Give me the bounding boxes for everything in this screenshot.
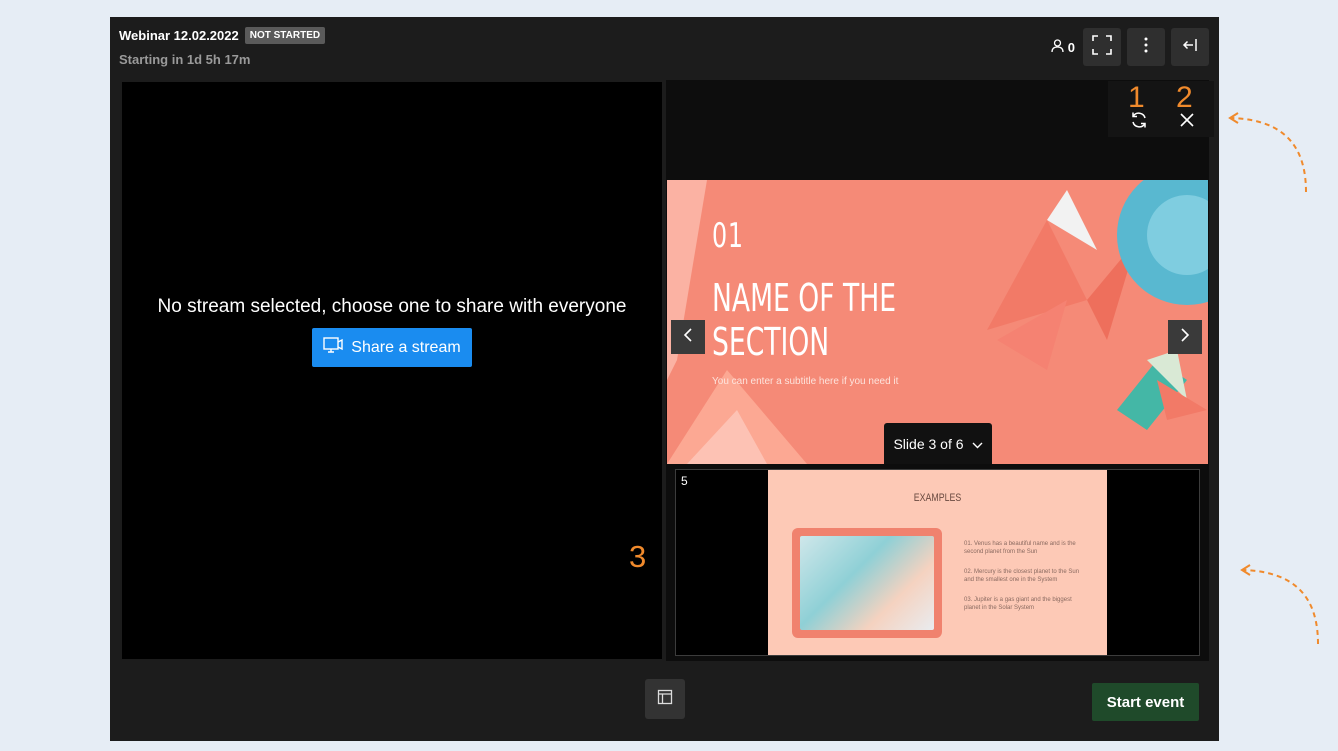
share-stream-label: Share a stream (351, 338, 461, 356)
refresh-icon (1130, 111, 1148, 134)
status-badge: NOT STARTED (244, 27, 326, 44)
annotation-marker-3: 3 (629, 539, 647, 574)
layout-icon (657, 689, 673, 710)
attendee-counter[interactable]: 0 (1051, 38, 1075, 56)
origami-photo (800, 536, 934, 630)
next-slide-button[interactable] (1168, 320, 1202, 354)
thumbnail-point: 02. Mercury is the closest planet to the… (964, 569, 1080, 583)
stream-area: No stream selected, choose one to share … (122, 82, 662, 659)
title-row: Webinar 12.02.2022 NOT STARTED (119, 27, 326, 44)
slide-heading: NAME OF THE SECTION (712, 276, 897, 364)
slide-selector-label: Slide 3 of 6 (893, 435, 964, 452)
chevron-down-icon (972, 436, 983, 452)
exit-button[interactable] (1171, 28, 1209, 66)
thumbnail-photo (792, 528, 942, 638)
slide-selector-dropdown[interactable]: Slide 3 of 6 (884, 423, 992, 464)
fullscreen-icon (1092, 34, 1112, 60)
slide-thumbnail[interactable]: 5 EXAMPLES 01. Venus has a beautiful nam… (675, 469, 1200, 656)
webinar-window: Webinar 12.02.2022 NOT STARTED Starting … (110, 17, 1219, 741)
header-actions: 0 (1051, 28, 1209, 66)
slide-subtitle: You can enter a subtitle here if you nee… (712, 376, 899, 387)
thumbnail-point: 03. Jupiter is a gas giant and the bigge… (964, 597, 1072, 611)
annotation-marker-2: 2 (1176, 81, 1193, 114)
more-options-button[interactable] (1127, 28, 1165, 66)
close-icon (1180, 112, 1194, 132)
dashed-arrow-top (1228, 112, 1307, 193)
screen-share-icon (323, 337, 343, 358)
thumbnail-title: EXAMPLES (913, 492, 962, 504)
close-presentation-button[interactable] (1176, 111, 1198, 133)
start-event-button[interactable]: Start event (1092, 683, 1199, 721)
dashed-arrow-bottom (1240, 564, 1319, 645)
thumbnail-point: 01. Venus has a beautiful name and is th… (964, 541, 1076, 555)
person-icon (1051, 38, 1064, 56)
countdown-text: Starting in 1d 5h 17m (119, 52, 251, 67)
thumbnail-points: 01. Venus has a beautiful name and is th… (964, 540, 1089, 624)
layout-toggle-button[interactable] (645, 679, 685, 719)
current-slide: 01 NAME OF THE SECTION You can enter a s… (667, 180, 1208, 464)
thumbnail-slide: EXAMPLES 01. Venus has a beautiful name … (768, 470, 1107, 655)
presentation-controls: 1 2 (1108, 81, 1214, 137)
no-stream-message: No stream selected, choose one to share … (157, 296, 627, 317)
attendee-count: 0 (1067, 39, 1075, 55)
exit-arrow-icon (1182, 38, 1198, 57)
thumbnail-number: 5 (681, 474, 688, 488)
share-stream-button[interactable]: Share a stream (312, 328, 472, 367)
webinar-title: Webinar 12.02.2022 (119, 28, 239, 43)
slide-section-number: 01 (712, 216, 744, 256)
presentation-pane: 1 2 01 NAME OF THE SECTION You can enter… (666, 80, 1214, 661)
chevron-right-icon (1180, 327, 1190, 347)
previous-slide-button[interactable] (671, 320, 705, 354)
fullscreen-button[interactable] (1083, 28, 1121, 66)
kebab-menu-icon (1144, 37, 1148, 58)
refresh-button[interactable] (1128, 111, 1150, 133)
chevron-left-icon (683, 327, 693, 347)
